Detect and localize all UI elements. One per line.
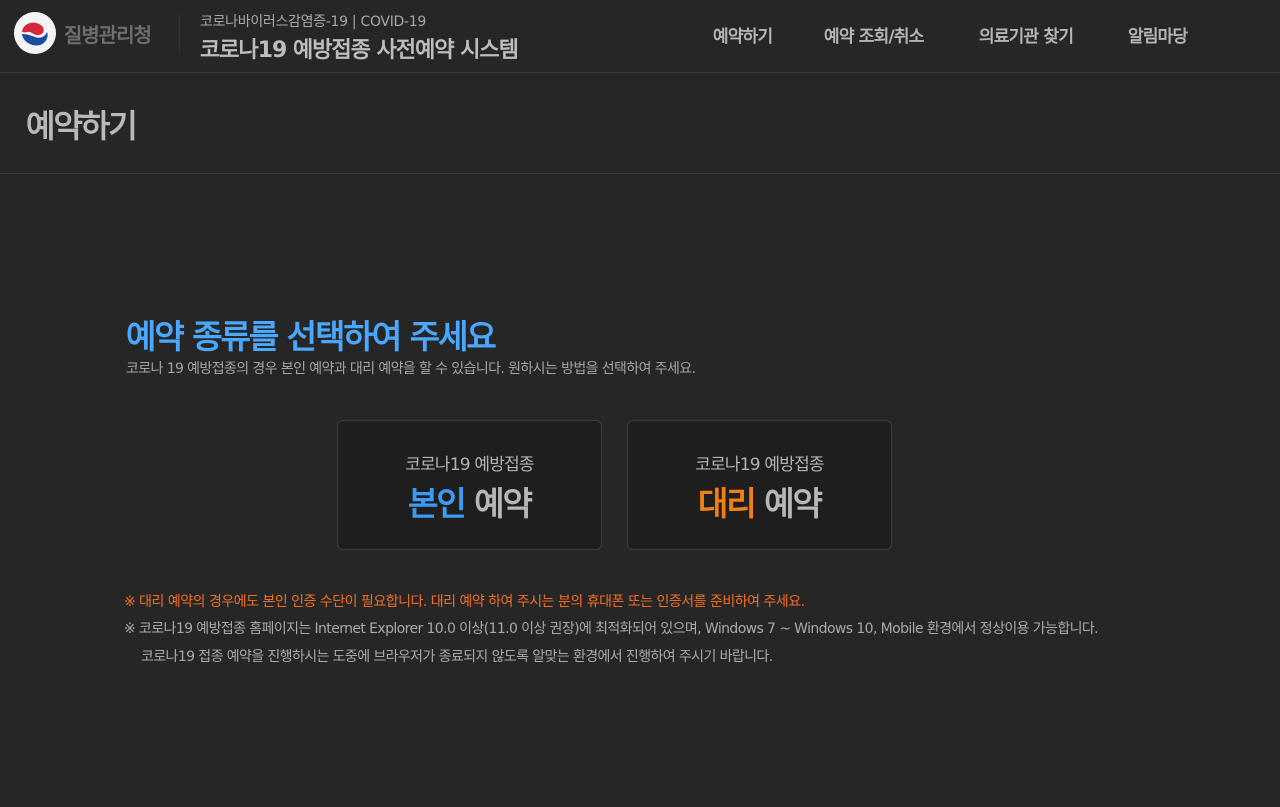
nav-reservation[interactable]: 예약하기 xyxy=(713,22,773,47)
select-type-description: 코로나 19 예방접종의 경우 본인 예약과 대리 예약을 할 수 있습니다. … xyxy=(126,361,696,377)
site-header: 질병관리청 코로나바이러스감염증-19 | COVID-19 코로나19 예방접… xyxy=(0,0,1280,73)
card-word: 예약 xyxy=(474,484,533,523)
self-reservation-button[interactable]: 코로나19 예방접종 본인 예약 xyxy=(337,420,602,550)
nav-notice-board[interactable]: 알림마당 xyxy=(1128,22,1188,47)
card-subtitle: 코로나19 예방접종 xyxy=(405,455,534,475)
card-accent-proxy: 대리 xyxy=(698,484,757,523)
proxy-reservation-button[interactable]: 코로나19 예방접종 대리 예약 xyxy=(627,420,892,550)
main-nav: 예약하기 예약 조회/취소 의료기관 찾기 알림마당 xyxy=(0,22,1280,47)
card-label: 대리 예약 xyxy=(628,477,891,525)
select-type-heading: 예약 종류를 선택하여 주세요 xyxy=(126,317,497,356)
browser-support-note: ※ 코로나19 예방접종 홈페이지는 Internet Explorer 10.… xyxy=(124,621,1099,637)
card-word: 예약 xyxy=(764,484,823,523)
card-label: 본인 예약 xyxy=(338,477,601,525)
nav-reservation-lookup-cancel[interactable]: 예약 조회/취소 xyxy=(824,22,924,47)
nav-find-clinic[interactable]: 의료기관 찾기 xyxy=(979,22,1074,47)
page-title: 예약하기 xyxy=(26,107,138,145)
notice-section: ※ 대리 예약의 경우에도 본인 인증 수단이 필요합니다. 대리 예약 하여 … xyxy=(124,591,1114,671)
proxy-warning-note: ※ 대리 예약의 경우에도 본인 인증 수단이 필요합니다. 대리 예약 하여 … xyxy=(124,594,805,610)
card-accent-self: 본인 xyxy=(408,484,467,523)
card-subtitle: 코로나19 예방접종 xyxy=(695,455,824,475)
page-header: 예약하기 xyxy=(0,74,1280,174)
browser-close-note: 코로나19 접종 예약을 진행하시는 도중에 브라우저가 종료되지 않도록 알맞… xyxy=(141,649,773,665)
